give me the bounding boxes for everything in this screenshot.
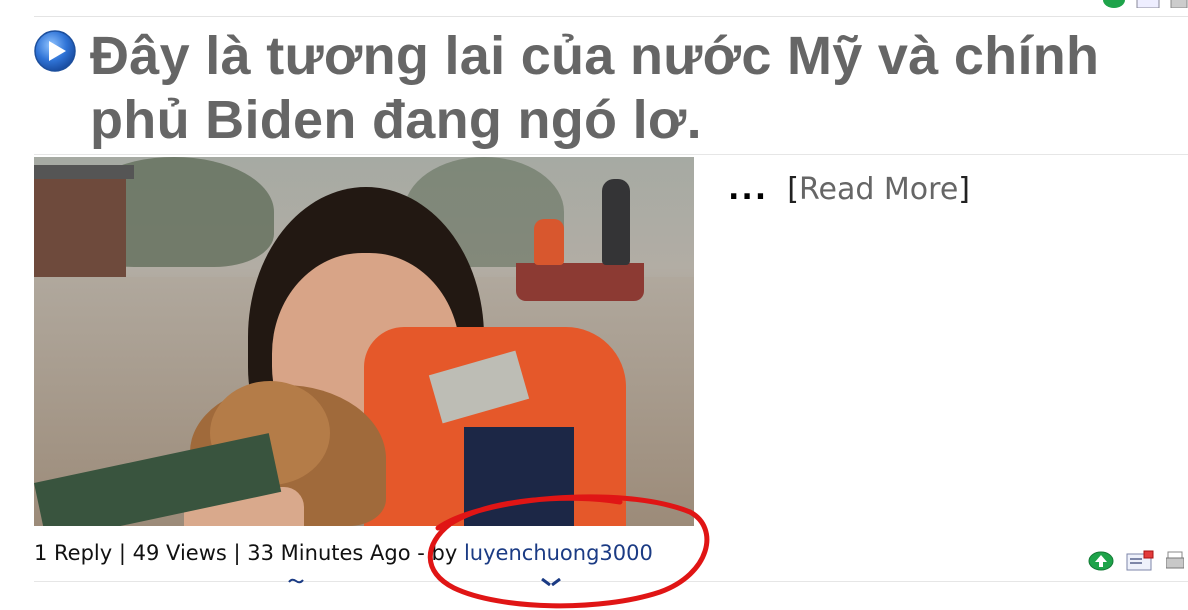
previous-post-divider bbox=[34, 0, 1188, 17]
previous-post-meta-cut bbox=[40, 0, 500, 1]
vote-up-icon[interactable] bbox=[1102, 0, 1126, 8]
post-thumbnail-image[interactable] bbox=[34, 157, 694, 526]
read-more-bracket-open: [ bbox=[777, 172, 799, 207]
image-rescue-boat bbox=[516, 263, 644, 301]
print-icon[interactable] bbox=[1166, 550, 1184, 572]
meta-separator: | bbox=[118, 541, 133, 565]
read-more-bracket-close: ] bbox=[958, 172, 971, 207]
reply-count[interactable]: 1 Reply bbox=[34, 541, 112, 565]
play-circle-icon bbox=[34, 30, 76, 72]
print-icon[interactable] bbox=[1170, 0, 1188, 8]
read-more-link[interactable]: Read More bbox=[799, 172, 958, 207]
email-icon[interactable] bbox=[1136, 0, 1160, 8]
post-title[interactable]: Đây là tương lai của nước Mỹ và chính ph… bbox=[34, 24, 1188, 152]
post-time: 33 Minutes Ago bbox=[247, 541, 411, 565]
post-actions bbox=[1088, 550, 1184, 572]
image-rescuer-seated bbox=[534, 219, 564, 265]
image-rescuer-standing bbox=[602, 179, 630, 265]
vote-up-icon[interactable] bbox=[1088, 551, 1114, 571]
email-icon[interactable] bbox=[1126, 550, 1154, 572]
previous-post-actions bbox=[1102, 0, 1188, 8]
excerpt-ellipsis: ... bbox=[728, 172, 769, 207]
view-count: 49 Views bbox=[132, 541, 227, 565]
title-divider bbox=[34, 154, 1188, 155]
image-house bbox=[34, 165, 134, 285]
post-title-row: Đây là tương lai của nước Mỹ và chính ph… bbox=[34, 24, 1188, 152]
red-annotation-circle bbox=[427, 494, 710, 609]
meta-separator: | bbox=[233, 541, 248, 565]
post-excerpt: ... [Read More] bbox=[728, 168, 970, 212]
next-post-tilde-glyph bbox=[288, 578, 304, 584]
